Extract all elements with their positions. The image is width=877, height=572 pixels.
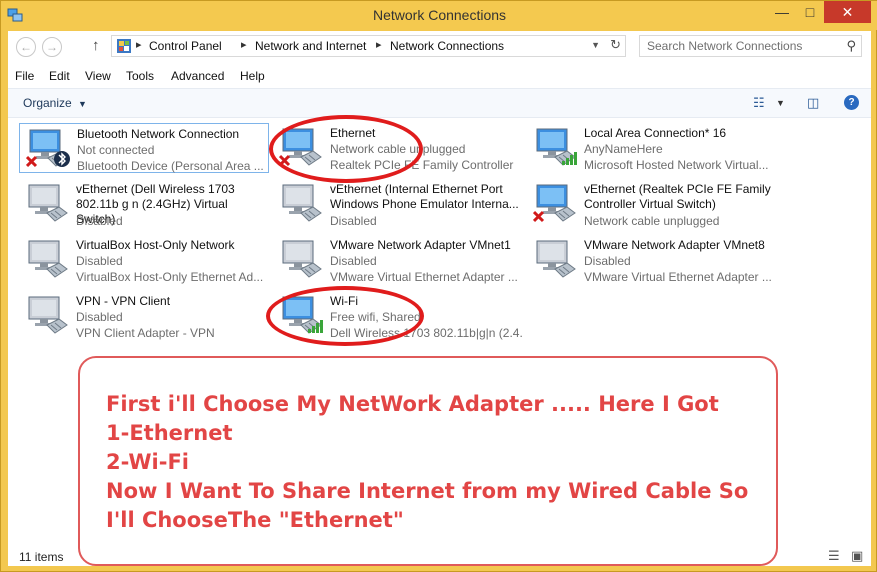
chevron-down-icon[interactable]: ▼ bbox=[591, 40, 600, 50]
breadcrumb-network-connections[interactable]: Network Connections bbox=[390, 39, 504, 53]
menu-help[interactable]: Help bbox=[240, 69, 265, 83]
network-adapter-icon bbox=[25, 239, 69, 279]
back-button[interactable]: ← bbox=[16, 37, 36, 57]
chevron-down-icon: ▼ bbox=[78, 99, 87, 109]
network-adapter-icon bbox=[25, 128, 70, 168]
connection-item[interactable]: VMware Network Adapter VMnet8 Disabled VMw… bbox=[527, 235, 777, 285]
connection-item[interactable]: vEthernet (Realtek PCIe FE Family Contro… bbox=[527, 179, 777, 229]
help-icon[interactable]: ? bbox=[844, 95, 859, 110]
details-view-icon[interactable]: ☰ bbox=[828, 548, 840, 564]
breadcrumb-separator[interactable]: ▸ bbox=[136, 38, 142, 51]
connection-device: VMware Virtual Ethernet Adapter ... bbox=[330, 270, 518, 284]
close-button[interactable]: ✕ bbox=[824, 1, 871, 23]
connection-name: VMware Network Adapter VMnet1 bbox=[330, 238, 511, 252]
connection-name: vEthernet (Internal Ethernet Port Window… bbox=[330, 182, 519, 211]
search-box[interactable]: ⚲ bbox=[639, 35, 862, 57]
network-adapter-icon bbox=[532, 183, 577, 223]
connection-status: Disabled bbox=[76, 310, 123, 324]
item-count: 11 items bbox=[19, 550, 64, 564]
connection-device: VPN Client Adapter - VPN bbox=[76, 326, 215, 340]
search-input[interactable] bbox=[647, 37, 837, 55]
connection-status: AnyNameHere bbox=[584, 142, 663, 156]
connection-device: VirtualBox Host-Only Ethernet Ad... bbox=[76, 270, 264, 284]
menu-file[interactable]: File bbox=[15, 69, 34, 83]
breadcrumb-network-and-internet[interactable]: Network and Internet bbox=[255, 39, 366, 53]
breadcrumb-separator[interactable]: ▸ bbox=[376, 38, 382, 51]
connection-item[interactable]: VPN - VPN Client Disabled VPN Client Adapt… bbox=[19, 291, 269, 341]
connection-name: VMware Network Adapter VMnet8 bbox=[584, 238, 765, 252]
address-bar[interactable]: ▸ Control Panel ▸ Network and Internet ▸… bbox=[111, 35, 626, 57]
annotation-line: 2-Wi-Fi bbox=[106, 450, 190, 474]
connection-device: Bluetooth Device (Personal Area ... bbox=[77, 159, 264, 173]
connection-item[interactable]: vEthernet (Dell Wireless 1703 802.11b g … bbox=[19, 179, 269, 229]
highlight-ring-wifi bbox=[266, 286, 424, 346]
network-adapter-icon bbox=[533, 239, 577, 279]
control-panel-icon bbox=[117, 39, 131, 53]
command-bar: Organize ▼ ☷ ▼ ◫ ? bbox=[8, 88, 871, 118]
refresh-icon[interactable]: ↻ bbox=[610, 37, 621, 53]
wireless-adapter-icon bbox=[533, 127, 577, 167]
chevron-down-icon[interactable]: ▼ bbox=[776, 98, 785, 108]
connection-status: Network cable unplugged bbox=[584, 214, 720, 228]
breadcrumb-control-panel[interactable]: Control Panel bbox=[149, 39, 222, 53]
annotation-callout: First i'll Choose My NetWork Adapter ...… bbox=[78, 356, 778, 566]
change-view-icon[interactable]: ☷ bbox=[753, 95, 765, 111]
minimize-button[interactable]: — bbox=[768, 1, 796, 23]
network-adapter-icon bbox=[25, 183, 69, 223]
menu-advanced[interactable]: Advanced bbox=[171, 69, 224, 83]
up-button[interactable]: ↑ bbox=[92, 37, 100, 54]
menu-bar: File Edit View Tools Advanced Help bbox=[8, 65, 871, 87]
title-bar[interactable]: Network Connections — □ ✕ bbox=[1, 1, 877, 30]
connection-name: Local Area Connection* 16 bbox=[584, 126, 727, 140]
annotation-line: First i'll Choose My NetWork Adapter ...… bbox=[106, 392, 719, 416]
connection-item[interactable]: Bluetooth Network Connection Not connecte… bbox=[19, 123, 269, 173]
maximize-button[interactable]: □ bbox=[796, 1, 824, 23]
search-icon[interactable]: ⚲ bbox=[846, 38, 856, 54]
connection-item[interactable]: Local Area Connection* 16 AnyNameHere Micr… bbox=[527, 123, 777, 173]
connection-name: VirtualBox Host-Only Network bbox=[76, 238, 235, 252]
connection-device: Microsoft Hosted Network Virtual... bbox=[584, 158, 769, 172]
menu-view[interactable]: View bbox=[85, 69, 111, 83]
forward-button[interactable]: → bbox=[42, 37, 62, 57]
network-adapter-icon bbox=[279, 239, 323, 279]
organize-button[interactable]: Organize ▼ bbox=[23, 96, 87, 110]
window: Network Connections — □ ✕ ← → ↑ ▸ Contro… bbox=[0, 0, 877, 572]
connection-device: VMware Virtual Ethernet Adapter ... bbox=[584, 270, 772, 284]
annotation-line: I'll ChooseThe "Ethernet" bbox=[106, 508, 404, 532]
connection-name: Bluetooth Network Connection bbox=[77, 127, 240, 141]
highlight-ring-ethernet bbox=[269, 115, 423, 183]
connection-item[interactable]: VMware Network Adapter VMnet1 Disabled VMw… bbox=[273, 235, 523, 285]
connection-status: Disabled bbox=[330, 254, 377, 268]
connection-item[interactable]: vEthernet (Internal Ethernet Port Window… bbox=[273, 179, 523, 229]
large-icons-view-icon[interactable]: ▣ bbox=[851, 548, 863, 564]
organize-label: Organize bbox=[23, 96, 72, 110]
annotation-line: 1-Ethernet bbox=[106, 421, 233, 445]
annotation-line: Now I Want To Share Internet from my Wir… bbox=[106, 479, 749, 503]
connection-name: VPN - VPN Client bbox=[76, 294, 171, 308]
connection-name: vEthernet (Realtek PCIe FE Family Contro… bbox=[584, 182, 771, 211]
connection-status: Disabled bbox=[76, 254, 123, 268]
network-adapter-icon bbox=[25, 295, 69, 335]
window-title: Network Connections bbox=[372, 7, 507, 23]
connection-status: Disabled bbox=[330, 214, 377, 228]
connection-status: Disabled bbox=[76, 214, 123, 228]
menu-tools[interactable]: Tools bbox=[126, 69, 154, 83]
address-row: ← → ↑ ▸ Control Panel ▸ Network and Inte… bbox=[8, 31, 871, 62]
breadcrumb-separator[interactable]: ▸ bbox=[241, 38, 247, 51]
menu-edit[interactable]: Edit bbox=[49, 69, 70, 83]
connection-item[interactable]: VirtualBox Host-Only Network Disabled Virt… bbox=[19, 235, 269, 285]
network-adapter-icon bbox=[279, 183, 323, 223]
connection-status: Disabled bbox=[584, 254, 631, 268]
preview-pane-icon[interactable]: ◫ bbox=[807, 95, 819, 111]
connection-status: Not connected bbox=[77, 143, 155, 157]
